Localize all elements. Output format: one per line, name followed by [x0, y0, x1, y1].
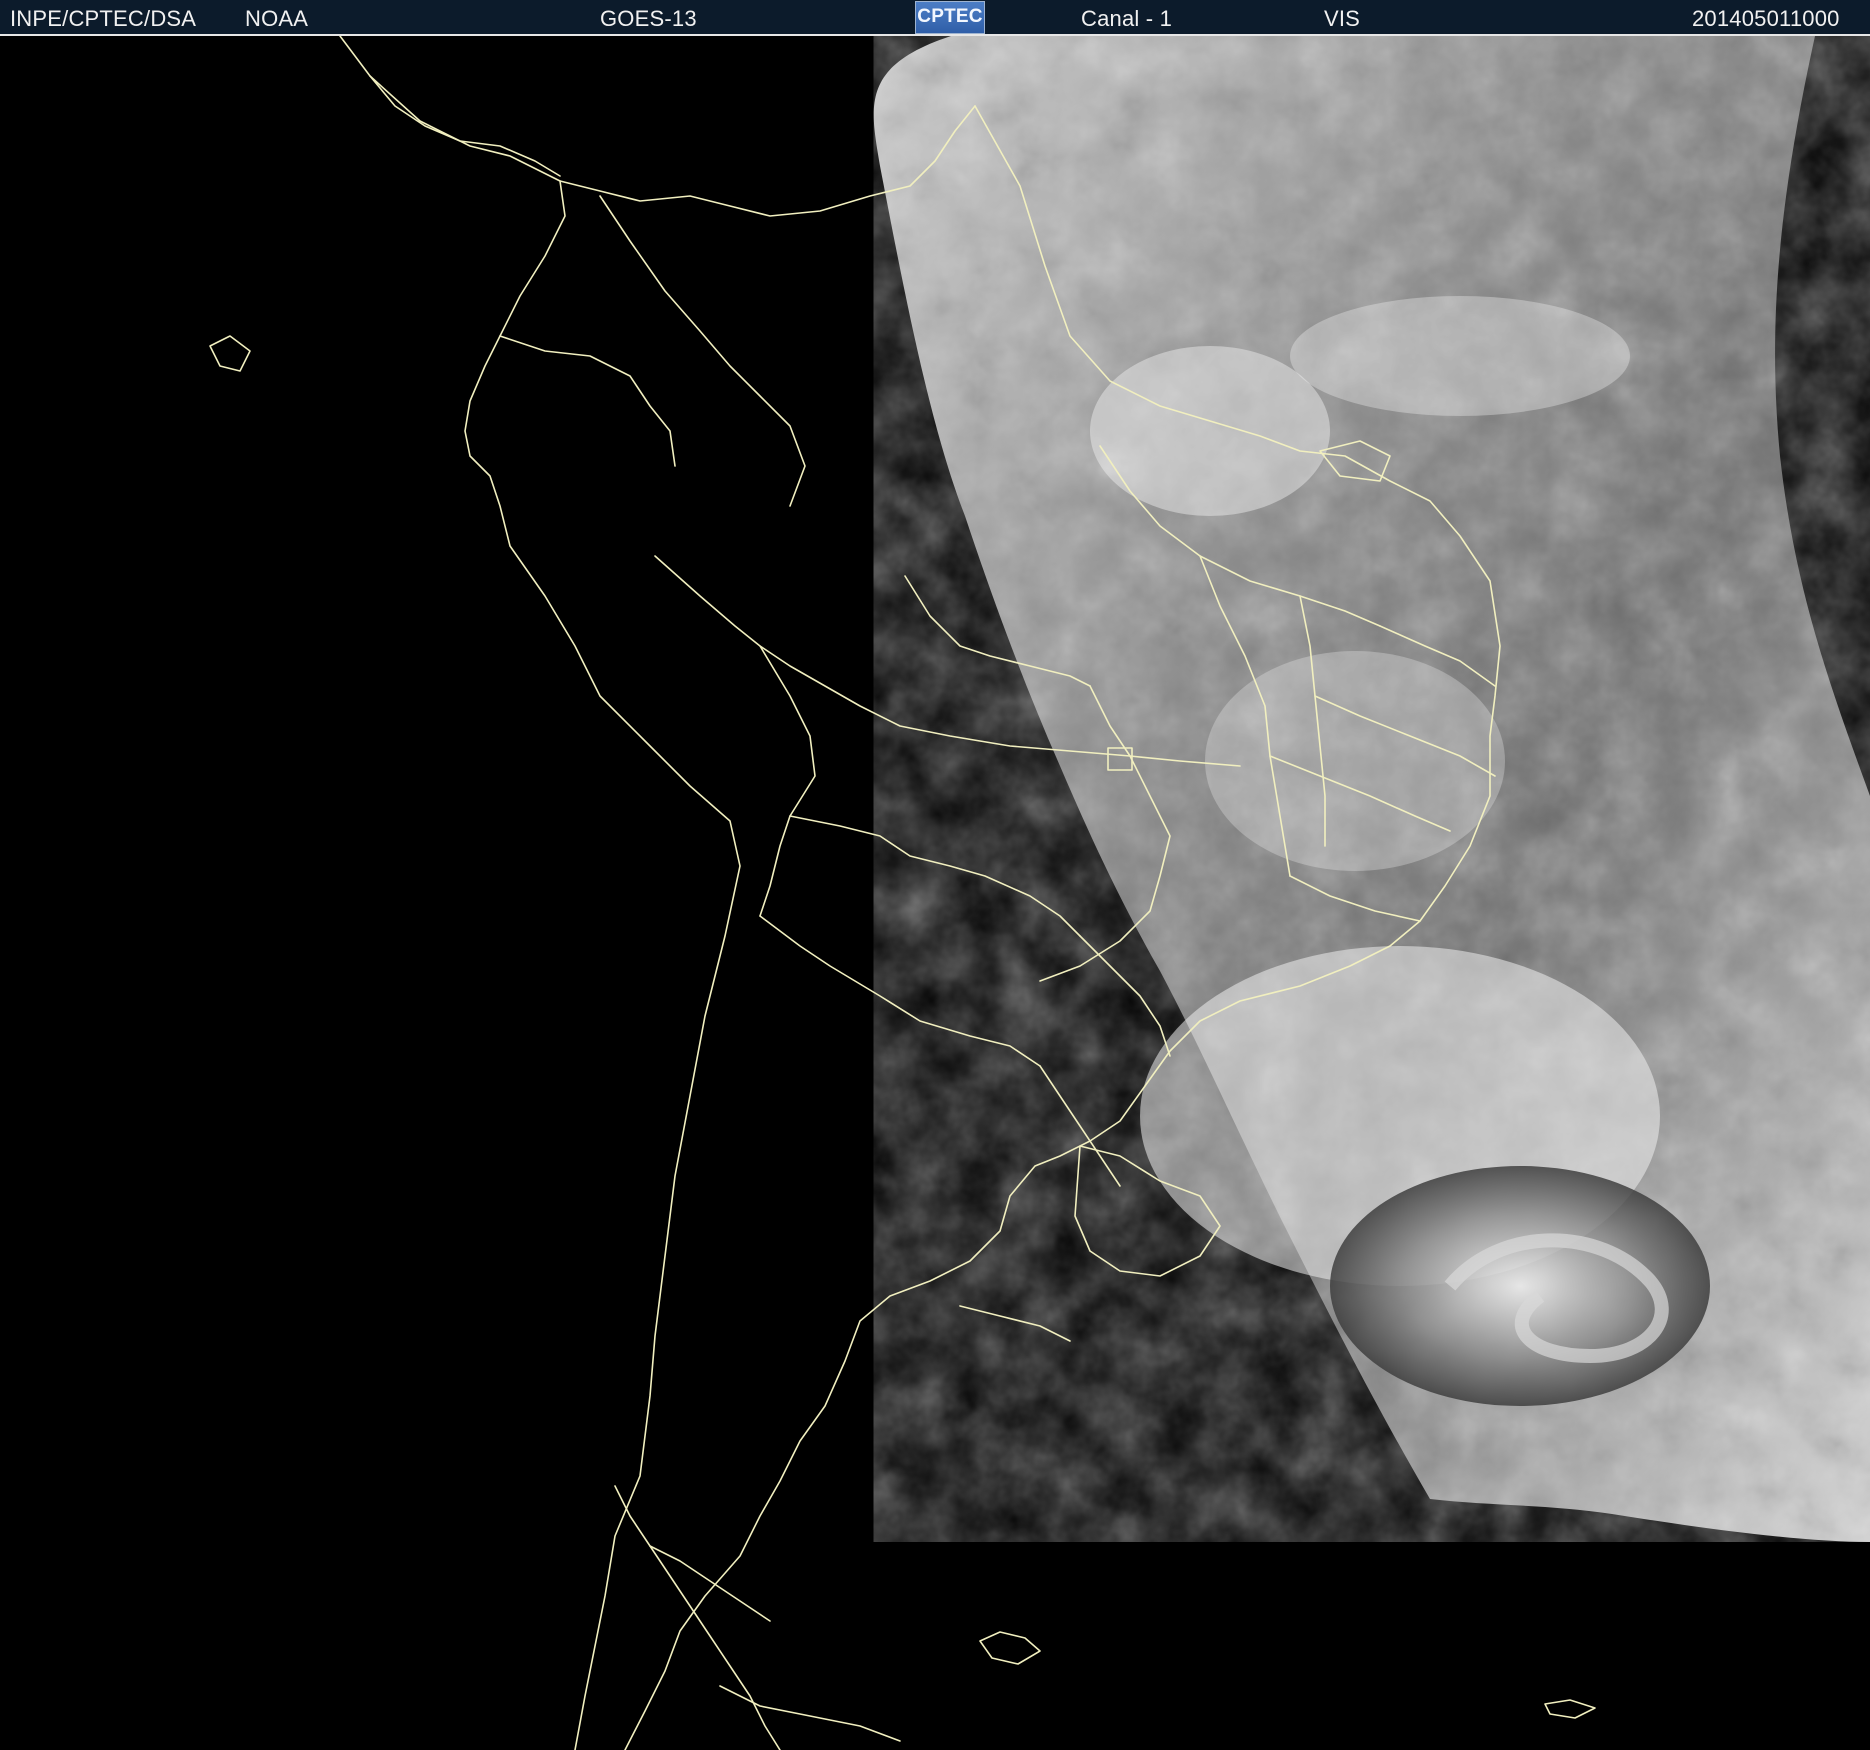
equatorial-cloud-band: [1290, 296, 1630, 416]
timestamp-label: 201405011000: [1692, 6, 1840, 31]
south-america-satellite-svg: [0, 36, 1870, 1750]
cptec-logo: CPTEC: [915, 1, 985, 34]
band-label: VIS: [1324, 6, 1361, 31]
image-header: INPE/CPTEC/DSA NOAA GOES-13 CPTEC Canal …: [0, 0, 1870, 36]
source-label: INPE/CPTEC/DSA: [10, 6, 197, 31]
channel-label: Canal - 1: [1081, 6, 1173, 31]
satellite-label: GOES-13: [600, 6, 697, 31]
amazon-cloud-cluster: [1090, 346, 1330, 516]
southeast-cloud-cluster: [1205, 651, 1505, 871]
agency-label: NOAA: [245, 6, 309, 31]
satellite-image-frame: INPE/CPTEC/DSA NOAA GOES-13 CPTEC Canal …: [0, 0, 1870, 1750]
satellite-map: [0, 36, 1870, 1750]
